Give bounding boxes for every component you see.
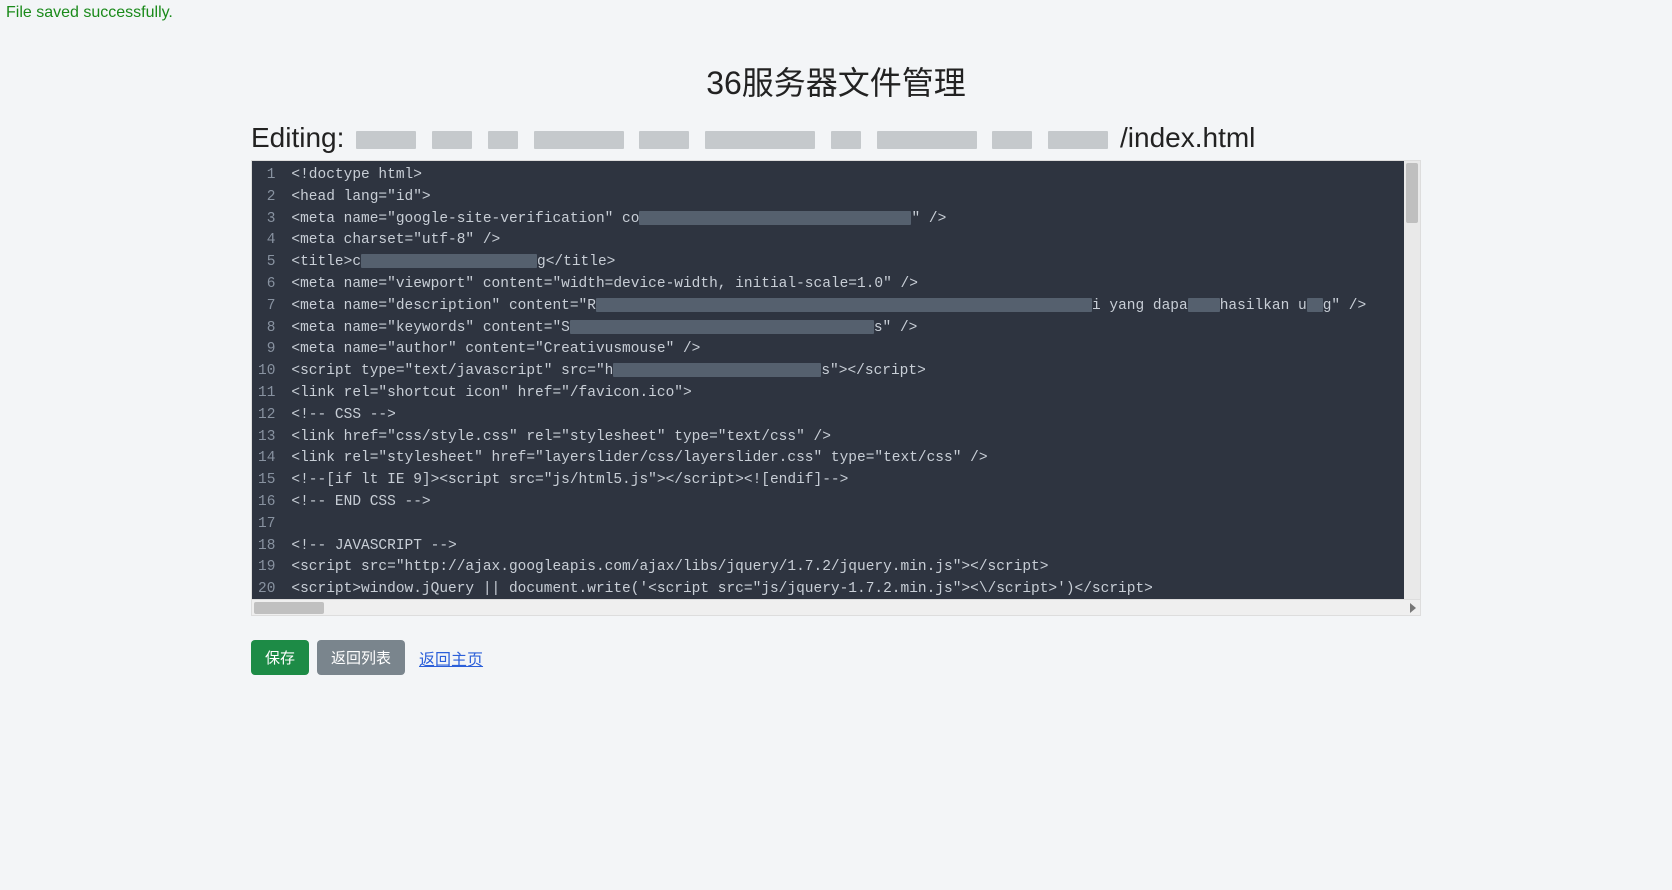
back-home-link[interactable]: 返回主页	[419, 646, 483, 670]
line-number: 20	[258, 579, 275, 601]
code-line[interactable]: <meta name="viewport" content="width=dev…	[291, 274, 1412, 296]
line-gutter: 123456789101112131415161718192021	[252, 161, 283, 599]
redacted-segment	[639, 211, 911, 225]
redacted-segment	[534, 131, 624, 149]
line-number: 7	[258, 296, 275, 318]
redacted-segment	[705, 131, 815, 149]
code-editor[interactable]: 123456789101112131415161718192021 <!doct…	[252, 161, 1420, 599]
line-number: 2	[258, 187, 275, 209]
line-number: 1	[258, 165, 275, 187]
horizontal-scrollbar-thumb[interactable]	[254, 602, 324, 614]
code-line[interactable]: <script src="http://ajax.googleapis.com/…	[291, 557, 1412, 579]
code-line[interactable]: <head lang="id">	[291, 187, 1412, 209]
code-line[interactable]: <!doctype html>	[291, 165, 1412, 187]
code-line[interactable]: <!-- JAVASCRIPT -->	[291, 536, 1412, 558]
line-number: 15	[258, 470, 275, 492]
redacted-segment	[877, 131, 977, 149]
redacted-segment	[488, 131, 518, 149]
line-number: 10	[258, 361, 275, 383]
redacted-segment	[992, 131, 1032, 149]
line-number: 9	[258, 339, 275, 361]
redacted-segment	[356, 131, 416, 149]
redacted-segment	[613, 363, 821, 377]
code-line[interactable]: <meta name="author" content="Creativusmo…	[291, 339, 1412, 361]
code-area[interactable]: <!doctype html><head lang="id"><meta nam…	[283, 161, 1420, 599]
code-line[interactable]: <!-- CSS -->	[291, 405, 1412, 427]
line-number: 8	[258, 318, 275, 340]
line-number: 5	[258, 252, 275, 274]
code-line[interactable]: <!-- END CSS -->	[291, 492, 1412, 514]
code-line[interactable]: <meta name="keywords" content="Ss" />	[291, 318, 1412, 340]
status-message: File saved successfully.	[0, 0, 1672, 26]
redacted-segment	[432, 131, 472, 149]
code-line[interactable]	[291, 514, 1412, 536]
redacted-segment	[639, 131, 689, 149]
editing-path: Editing: /index.html	[251, 122, 1421, 154]
redacted-segment	[831, 131, 861, 149]
redacted-segment	[1307, 298, 1323, 312]
code-line[interactable]: <meta charset="utf-8" />	[291, 230, 1412, 252]
redacted-segment	[596, 298, 1092, 312]
line-number: 12	[258, 405, 275, 427]
redacted-segment	[361, 254, 537, 268]
vertical-scrollbar[interactable]	[1404, 161, 1420, 599]
line-number: 19	[258, 557, 275, 579]
save-button[interactable]: 保存	[251, 640, 309, 675]
line-number: 16	[258, 492, 275, 514]
line-number: 13	[258, 427, 275, 449]
redacted-segment	[1048, 131, 1108, 149]
scroll-right-icon[interactable]	[1410, 603, 1416, 613]
vertical-scrollbar-thumb[interactable]	[1406, 163, 1418, 223]
code-line[interactable]: <link href="css/style.css" rel="styleshe…	[291, 427, 1412, 449]
line-number: 11	[258, 383, 275, 405]
editing-suffix: /index.html	[1120, 122, 1255, 153]
code-line[interactable]: <script>window.jQuery || document.write(…	[291, 579, 1412, 599]
line-number: 14	[258, 448, 275, 470]
action-bar: 保存 返回列表 返回主页	[251, 640, 1421, 675]
editor-wrapper: 123456789101112131415161718192021 <!doct…	[251, 160, 1421, 616]
line-number: 17	[258, 514, 275, 536]
page-title: 36服务器文件管理	[251, 58, 1421, 104]
code-line[interactable]: <script type="text/javascript" src="hs">…	[291, 361, 1412, 383]
main-container: 36服务器文件管理 Editing: /index.html 123456789…	[251, 58, 1421, 675]
line-number: 18	[258, 536, 275, 558]
editing-prefix: Editing:	[251, 122, 344, 153]
line-number: 3	[258, 209, 275, 231]
line-number: 4	[258, 230, 275, 252]
code-line[interactable]: <meta name="google-site-verification" co…	[291, 209, 1412, 231]
code-line[interactable]: <meta name="description" content="Ri yan…	[291, 296, 1412, 318]
code-line[interactable]: <link rel="stylesheet" href="layerslider…	[291, 448, 1412, 470]
code-line[interactable]: <link rel="shortcut icon" href="/favicon…	[291, 383, 1412, 405]
horizontal-scrollbar[interactable]	[252, 599, 1420, 615]
code-line[interactable]: <title>cg</title>	[291, 252, 1412, 274]
redacted-segment	[570, 320, 874, 334]
back-list-button[interactable]: 返回列表	[317, 640, 405, 675]
redacted-segment	[1188, 298, 1220, 312]
code-line[interactable]: <!--[if lt IE 9]><script src="js/html5.j…	[291, 470, 1412, 492]
line-number: 6	[258, 274, 275, 296]
